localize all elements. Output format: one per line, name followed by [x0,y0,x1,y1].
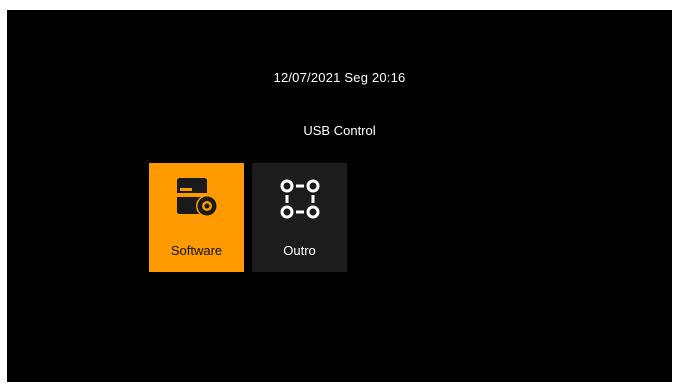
outro-tile[interactable]: Outro [252,163,347,272]
outro-tile-label: Outro [283,243,316,258]
software-tile-label: Software [170,243,223,258]
page-title: USB Control [303,123,376,138]
nodes-grid-icon [252,177,347,219]
software-tile[interactable]: Software [149,163,244,272]
tv-screen: 12/07/2021 Seg 20:16 USB Control Softwar… [7,10,672,382]
datetime-display: 12/07/2021 Seg 20:16 [273,70,406,85]
disk-drive-icon [149,177,244,219]
